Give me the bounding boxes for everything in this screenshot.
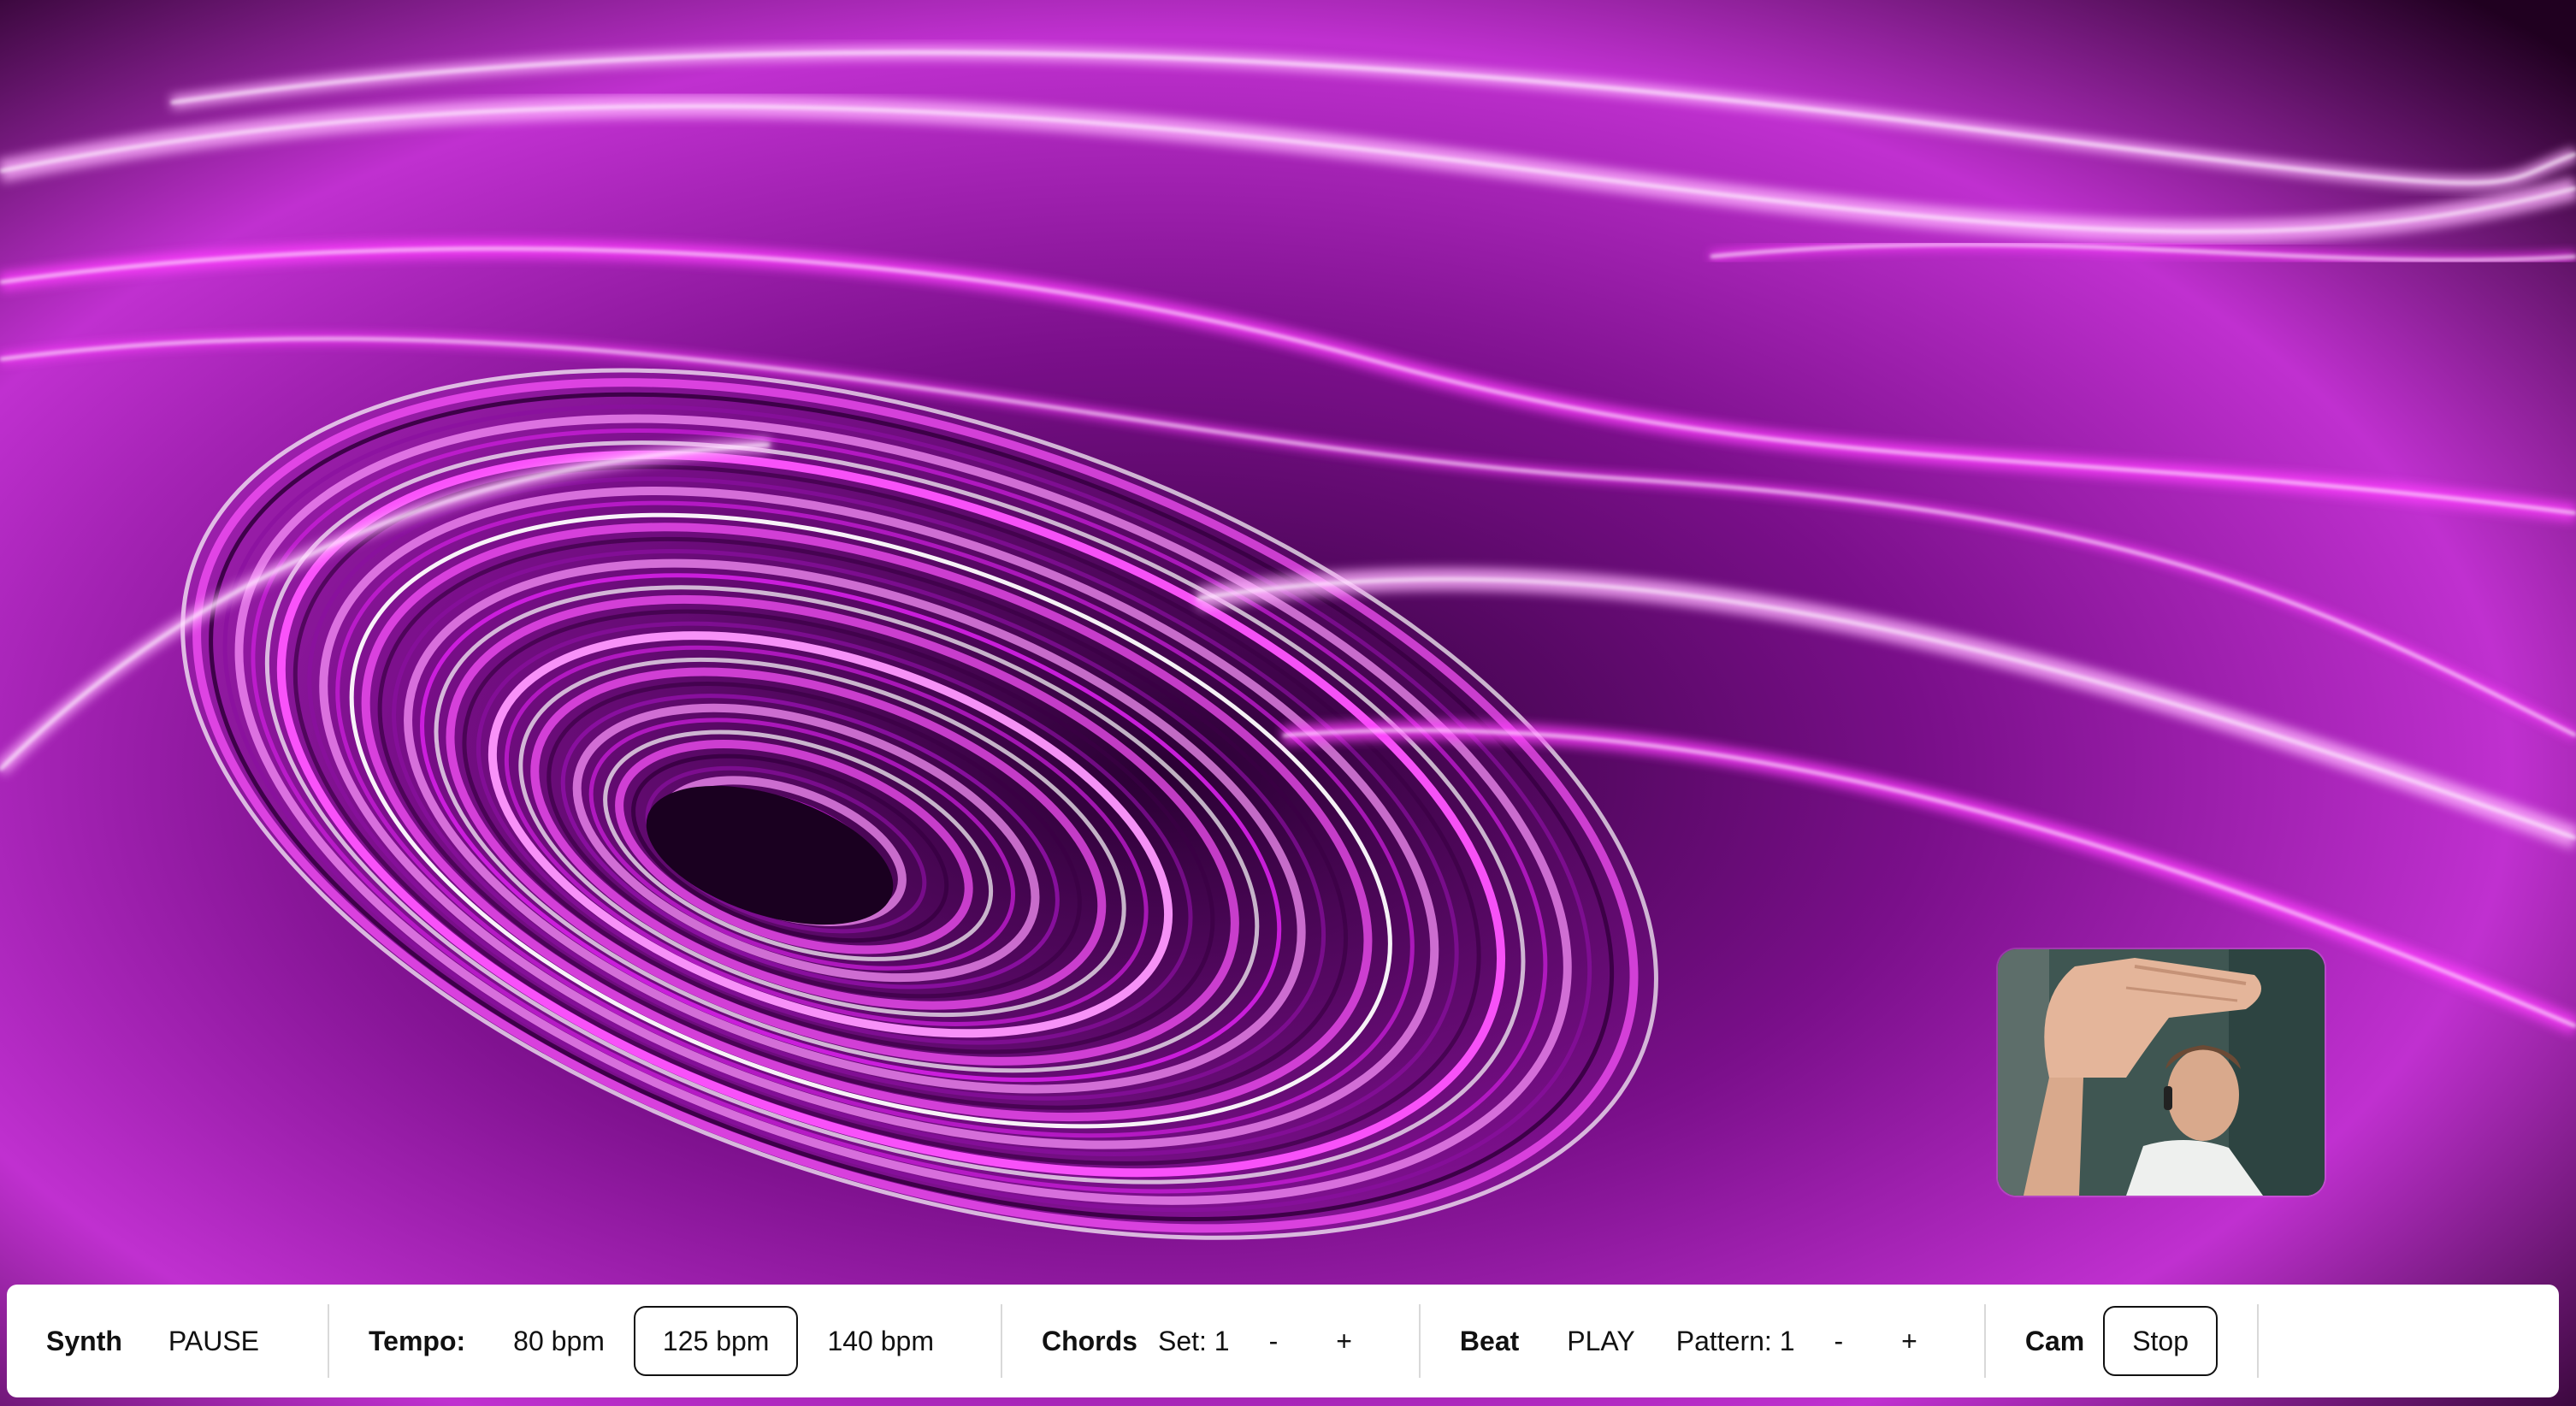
tempo-group: Tempo: 80 bpm 125 bpm 140 bpm [369, 1285, 963, 1397]
divider [328, 1304, 329, 1378]
control-bar: Synth PAUSE Tempo: 80 bpm 125 bpm 140 bp… [7, 1285, 2559, 1397]
cam-stop-button[interactable]: Stop [2103, 1306, 2219, 1376]
chords-set-value: Set: 1 [1157, 1325, 1230, 1356]
webcam-preview [1998, 949, 2325, 1196]
synth-label: Synth [46, 1325, 122, 1356]
tempo-125-button[interactable]: 125 bpm [633, 1306, 799, 1376]
beat-play-button[interactable]: PLAY [1538, 1306, 1663, 1376]
synth-pause-button[interactable]: PAUSE [139, 1306, 288, 1376]
tempo-140-button[interactable]: 140 bpm [798, 1306, 963, 1376]
beat-label: Beat [1459, 1325, 1520, 1356]
tempo-label: Tempo: [369, 1325, 466, 1356]
beat-pattern-increment-button[interactable]: + [1872, 1306, 1947, 1376]
divider [2257, 1304, 2260, 1378]
webcam-person-image [1998, 949, 2325, 1196]
app-stage: Synth PAUSE Tempo: 80 bpm 125 bpm 140 bp… [0, 0, 2576, 1406]
chords-increment-button[interactable]: + [1307, 1306, 1381, 1376]
divider [1418, 1304, 1421, 1378]
beat-pattern-decrement-button[interactable]: - [1805, 1306, 1872, 1376]
chords-decrement-button[interactable]: - [1240, 1306, 1308, 1376]
synth-group: Synth PAUSE [46, 1285, 288, 1397]
chords-label: Chords [1041, 1325, 1137, 1356]
cam-label: Cam [2024, 1325, 2085, 1356]
beat-group: Beat PLAY Pattern: 1 - + [1460, 1285, 1947, 1397]
cam-group: Cam Stop [2024, 1285, 2219, 1397]
chords-group: Chords Set: 1 - + [1042, 1285, 1381, 1397]
tempo-80-button[interactable]: 80 bpm [484, 1306, 634, 1376]
divider [1000, 1304, 1002, 1378]
divider [1983, 1304, 1986, 1378]
beat-pattern-value: Pattern: 1 [1675, 1325, 1795, 1356]
